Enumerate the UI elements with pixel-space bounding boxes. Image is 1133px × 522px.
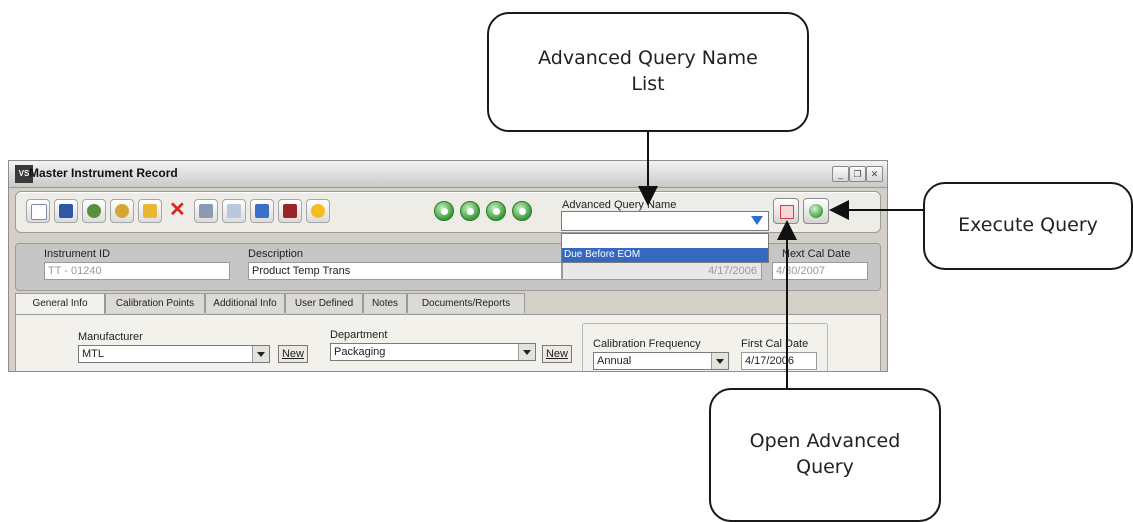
first-record-icon[interactable] <box>434 201 454 221</box>
next-cal-date-field[interactable]: 4/30/2007 <box>772 262 868 280</box>
edit-icon[interactable] <box>250 199 274 223</box>
exit-icon[interactable] <box>278 199 302 223</box>
advanced-query-select[interactable] <box>561 211 769 231</box>
manufacturer-label: Manufacturer <box>78 331 143 343</box>
query-edit-icon <box>780 205 794 219</box>
callout-query-name-list: Advanced Query Name List <box>487 12 809 132</box>
title-bar: VS Master Instrument Record _ ❐ ✕ <box>9 161 887 188</box>
tab-notes[interactable]: Notes <box>363 293 407 313</box>
advanced-query-label: Advanced Query Name <box>562 199 677 211</box>
delete-icon[interactable]: ✕ <box>166 199 190 223</box>
next-record-icon[interactable] <box>486 201 506 221</box>
close-button[interactable]: ✕ <box>866 166 883 182</box>
general-info-panel: Manufacturer MTL New Department Packagin… <box>15 314 881 371</box>
tab-general-info[interactable]: General Info <box>15 293 105 315</box>
next-cal-date-label: Next Cal Date <box>782 248 851 260</box>
open-advanced-query-button[interactable] <box>773 198 799 224</box>
master-instrument-window: VS Master Instrument Record _ ❐ ✕ ✕ Adva… <box>8 160 888 372</box>
folder-icon[interactable] <box>138 199 162 223</box>
tab-calibration-points[interactable]: Calibration Points <box>105 293 205 313</box>
last-cal-date-field[interactable]: 4/17/2006 <box>562 262 762 280</box>
chevron-down-icon[interactable] <box>518 344 535 360</box>
instrument-id-label: Instrument ID <box>44 248 111 260</box>
description-label: Description <box>248 248 304 260</box>
department-label: Department <box>330 329 388 341</box>
cal-frequency-value: Annual <box>597 355 632 367</box>
save-icon[interactable] <box>54 199 78 223</box>
instrument-id-field[interactable]: TT - 01240 <box>44 262 230 280</box>
description-field[interactable]: Product Temp Trans <box>248 262 562 280</box>
execute-icon <box>809 204 823 218</box>
tab-additional-info[interactable]: Additional Info <box>205 293 285 313</box>
callout-open-advanced-query-text: Open Advanced Query <box>749 430 901 478</box>
minimize-button[interactable]: _ <box>832 166 849 182</box>
new-manufacturer-button[interactable]: New <box>278 345 308 363</box>
chevron-down-icon[interactable] <box>711 353 728 369</box>
previous-record-icon[interactable] <box>460 201 480 221</box>
tab-documents-reports[interactable]: Documents/Reports <box>407 293 525 313</box>
window-title: Master Instrument Record <box>29 166 178 180</box>
advanced-query-dropdown-list: Due Before EOM <box>561 233 769 263</box>
manufacturer-value: MTL <box>82 348 104 360</box>
callout-query-name-list-text: Advanced Query Name List <box>538 47 758 95</box>
calibration-groupbox: Calibration Frequency Annual First Cal D… <box>582 323 828 371</box>
chevron-down-icon[interactable] <box>252 346 269 362</box>
advanced-query-option[interactable]: Due Before EOM <box>562 248 768 262</box>
execute-query-button[interactable] <box>803 198 829 224</box>
restore-button[interactable]: ❐ <box>849 166 866 182</box>
print-icon[interactable] <box>194 199 218 223</box>
department-select[interactable]: Packaging <box>330 343 536 361</box>
callout-execute-query-text: Execute Query <box>958 214 1098 237</box>
callout-open-advanced-query: Open Advanced Query <box>709 388 941 522</box>
department-value: Packaging <box>334 346 386 358</box>
first-cal-date-field[interactable]: 4/17/2006 <box>741 352 817 370</box>
tab-user-defined[interactable]: User Defined <box>285 293 363 313</box>
help-icon[interactable] <box>306 199 330 223</box>
new-department-button[interactable]: New <box>542 345 572 363</box>
last-record-icon[interactable] <box>512 201 532 221</box>
cal-frequency-select[interactable]: Annual <box>593 352 729 370</box>
new-icon[interactable] <box>26 199 50 223</box>
preview-icon[interactable] <box>222 199 246 223</box>
dropdown-arrow-icon[interactable] <box>751 216 763 225</box>
refresh-icon[interactable] <box>82 199 106 223</box>
manufacturer-select[interactable]: MTL <box>78 345 270 363</box>
callout-execute-query: Execute Query <box>923 182 1133 270</box>
search-icon[interactable] <box>110 199 134 223</box>
cal-frequency-label: Calibration Frequency <box>593 338 701 350</box>
first-cal-date-label: First Cal Date <box>741 338 809 350</box>
